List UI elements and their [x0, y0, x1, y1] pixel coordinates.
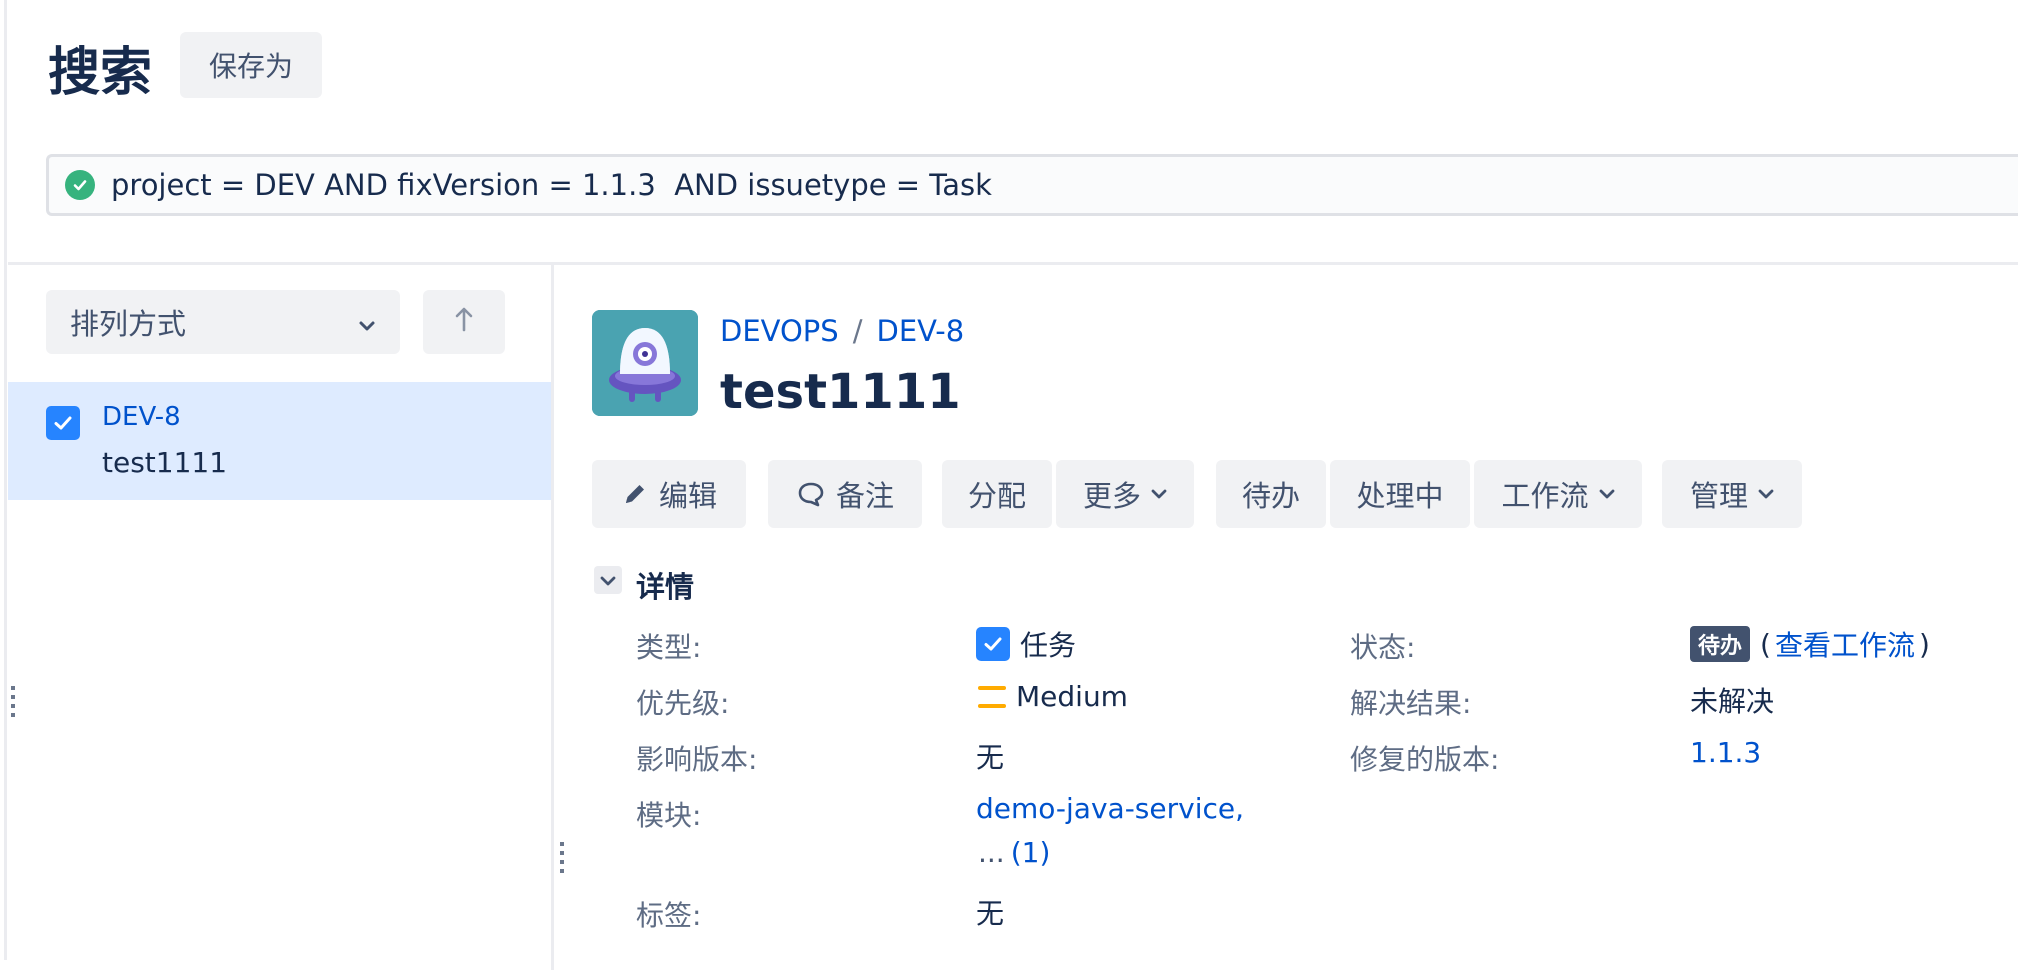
chevron-down-icon [1151, 489, 1167, 499]
resize-grip-panel[interactable] [560, 842, 564, 876]
checkbox-icon [46, 406, 80, 440]
more-button-label: 更多 [1082, 479, 1141, 513]
comment-button[interactable]: 备注 [768, 460, 922, 528]
edit-button[interactable]: 编辑 [592, 460, 746, 528]
assign-button[interactable]: 分配 [942, 460, 1052, 528]
components-more[interactable]: ... (1) [978, 836, 1050, 869]
pencil-icon [621, 480, 649, 508]
component-link[interactable]: demo-java-service, [976, 792, 1244, 825]
sort-select[interactable]: 排列方式 [46, 290, 400, 354]
jql-search-input[interactable]: project = DEV AND fixVersion = 1.1.3 AND… [46, 154, 2018, 216]
priority-medium-icon [978, 685, 1006, 708]
more-button[interactable]: 更多 [1056, 460, 1194, 528]
details-collapse-toggle[interactable] [594, 566, 622, 594]
edit-button-label: 编辑 [658, 479, 717, 513]
search-result-item[interactable]: DEV-8 test1111 [8, 382, 551, 500]
breadcrumb-project-link[interactable]: DEVOPS [720, 314, 839, 348]
header-divider [8, 262, 2018, 265]
breadcrumb-issue-link[interactable]: DEV-8 [877, 314, 965, 348]
comment-button-label: 备注 [835, 479, 894, 513]
save-as-button[interactable]: 保存为 [180, 32, 322, 98]
labels-value: 无 [976, 897, 1005, 930]
affects-version-label: 影响版本: [636, 743, 758, 776]
breadcrumb-separator: / [852, 314, 863, 348]
priority-value-text: Medium [1016, 680, 1128, 713]
components-more-count[interactable]: (1) [1011, 836, 1051, 869]
chevron-down-icon [358, 305, 376, 339]
view-workflow-link[interactable]: 查看工作流 [1775, 624, 1915, 664]
check-circle-icon [65, 170, 95, 200]
in-progress-button-label: 处理中 [1356, 479, 1444, 513]
resolution-value: 未解决 [1690, 685, 1775, 718]
resize-grip-left[interactable] [11, 686, 15, 720]
page-title: 搜索 [48, 43, 153, 103]
jql-query-text: project = DEV AND fixVersion = 1.1.3 AND… [111, 168, 992, 202]
checkbox-icon [976, 627, 1010, 661]
todo-transition-button[interactable]: 待办 [1216, 460, 1326, 528]
view-workflow-paren-close: ) [1918, 627, 1930, 661]
chevron-down-icon [1758, 489, 1774, 499]
in-progress-transition-button[interactable]: 处理中 [1330, 460, 1470, 528]
fix-version-label: 修复的版本: [1350, 743, 1500, 776]
workflow-button[interactable]: 工作流 [1474, 460, 1642, 528]
admin-button[interactable]: 管理 [1662, 460, 1802, 528]
components-more-ellipsis: ... [978, 836, 1005, 869]
priority-value: Medium [978, 680, 1128, 713]
panel-divider [551, 265, 554, 970]
status-value: 待办 ( 查看工作流 ) [1690, 624, 1930, 664]
type-label: 类型: [636, 631, 702, 664]
workflow-button-label: 工作流 [1501, 479, 1589, 513]
status-badge: 待办 [1690, 626, 1751, 662]
comment-icon [796, 480, 826, 508]
fix-version-link[interactable]: 1.1.3 [1690, 736, 1761, 769]
view-workflow-paren-open: ( [1760, 627, 1771, 661]
chevron-down-icon [1599, 489, 1615, 499]
resolution-label: 解决结果: [1350, 687, 1472, 720]
breadcrumb: DEVOPS / DEV-8 [720, 314, 964, 348]
components-label: 模块: [636, 799, 702, 832]
todo-button-label: 待办 [1241, 479, 1300, 513]
type-value: 任务 [976, 624, 1076, 664]
details-section-title: 详情 [636, 570, 695, 604]
labels-label: 标签: [636, 899, 702, 932]
project-avatar [592, 310, 698, 416]
sort-select-label: 排列方式 [70, 307, 187, 341]
chevron-down-icon [600, 571, 616, 590]
type-value-text: 任务 [1020, 629, 1077, 662]
left-border [4, 0, 7, 960]
status-label: 状态: [1350, 631, 1416, 664]
assign-button-label: 分配 [967, 479, 1026, 513]
sort-direction-button[interactable] [423, 290, 505, 354]
issue-summary-title: test1111 [720, 364, 961, 420]
result-issue-summary: test1111 [102, 446, 228, 479]
affects-version-value: 无 [976, 741, 1005, 774]
result-issue-key[interactable]: DEV-8 [102, 402, 181, 432]
admin-button-label: 管理 [1689, 479, 1748, 513]
arrow-up-icon [454, 305, 474, 340]
priority-label: 优先级: [636, 687, 730, 720]
